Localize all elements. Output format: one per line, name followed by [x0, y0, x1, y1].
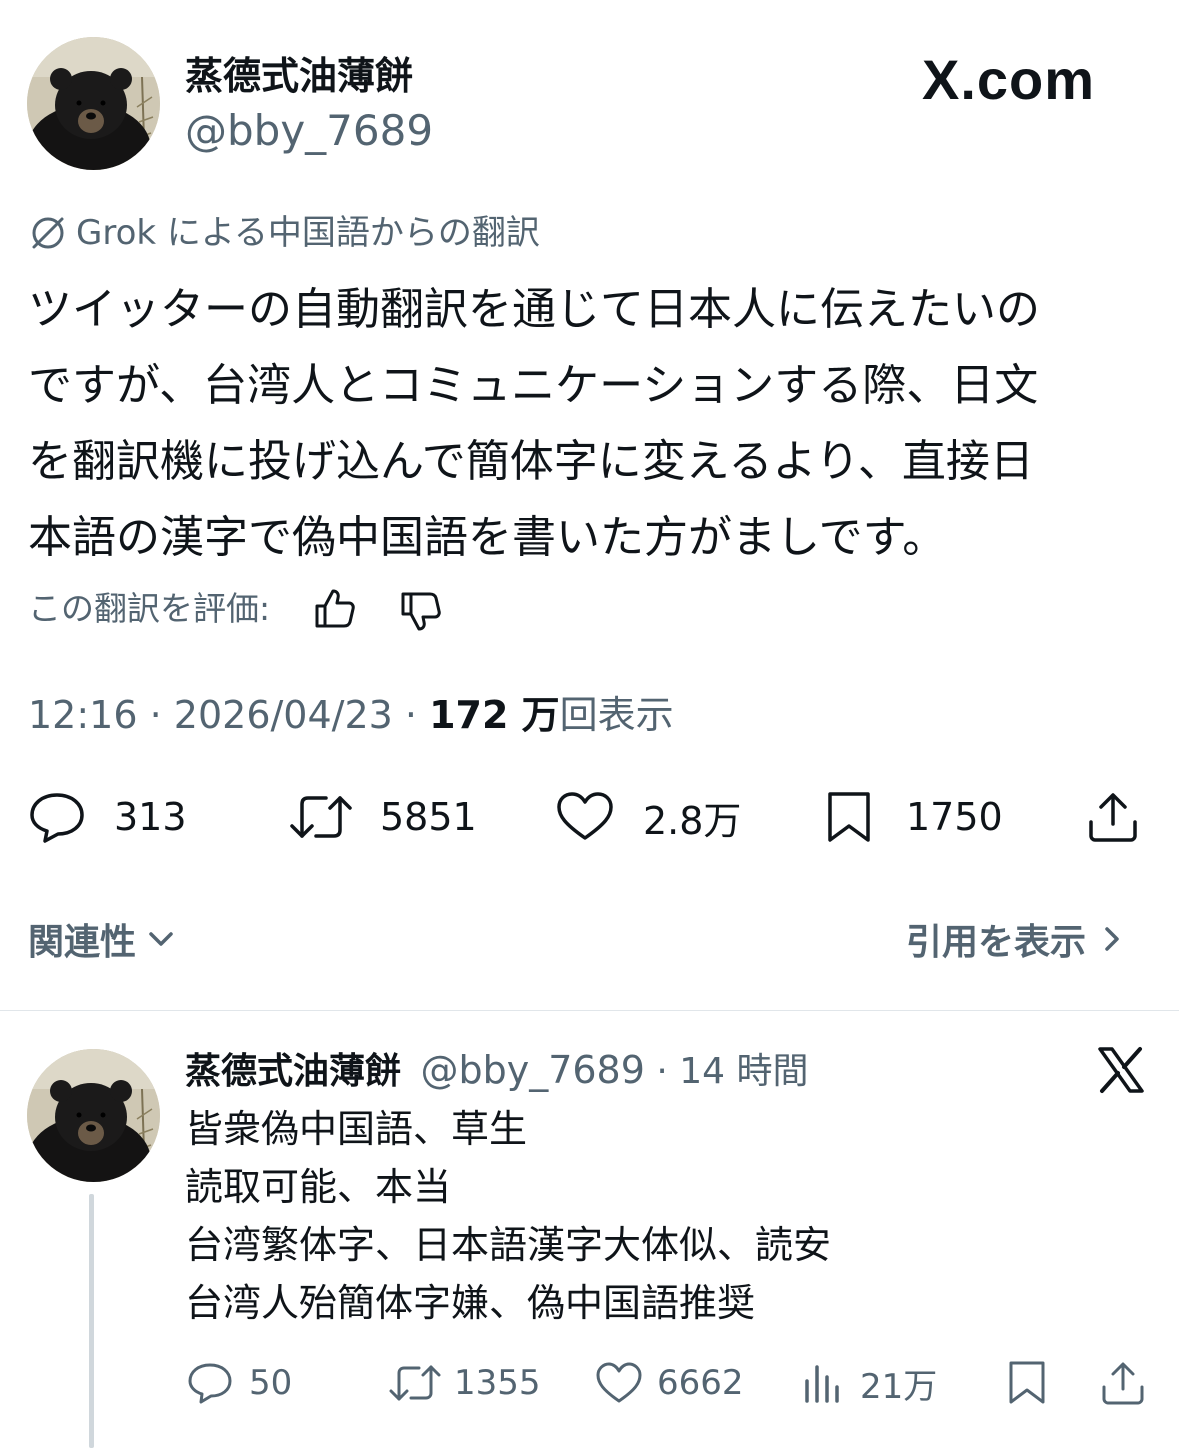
divider [0, 1010, 1179, 1011]
tweet-time[interactable]: 12:16 [28, 693, 138, 737]
reply-text-line: 読取可能、本当 [185, 1165, 452, 1209]
tweet-text-line: ですが、台湾人とコミュニケーションする際、日文 [28, 360, 1039, 411]
bookmark-icon [824, 790, 874, 844]
reply-count: 313 [114, 795, 187, 839]
sort-dropdown[interactable]: 関連性 [28, 914, 176, 964]
reply-bubble-icon [187, 1361, 233, 1405]
timestamp-row: 12:16 · 2026/04/23 · 172 万回表示 [28, 690, 674, 740]
repost-button[interactable]: 1355 [388, 1360, 541, 1406]
tweet-text-line: を翻訳機に投げ込んで簡体字に変えるより、直接日 [28, 436, 1034, 487]
reply-button[interactable]: 50 [187, 1360, 292, 1406]
view-quotes-label: 引用を表示 [906, 922, 1087, 963]
tweet-text-line: 本語の漢字で偽中国語を書いた方がましです。 [28, 512, 947, 563]
views-label: 回表示 [559, 693, 674, 737]
share-icon[interactable] [1086, 790, 1140, 844]
reply-text-line: 台湾人殆簡体字嫌、偽中国語推奨 [185, 1281, 756, 1325]
views-count: 21万 [860, 1366, 938, 1407]
reply-count: 50 [249, 1363, 293, 1403]
bookmark-icon[interactable] [1006, 1360, 1048, 1406]
thumbs-down-icon[interactable] [398, 590, 444, 634]
thread-line [89, 1194, 94, 1448]
time-ago[interactable]: 14 時間 [679, 1051, 808, 1092]
separator: · [149, 693, 162, 737]
thumbs-up-icon[interactable] [312, 586, 358, 630]
bookmark-count: 1750 [906, 795, 1003, 839]
repost-count: 5851 [380, 795, 477, 839]
reply-text-line: 皆衆偽中国語、草生 [185, 1107, 528, 1151]
tweet-text: ツイッターの自動翻訳を通じて日本人に伝えたいの ですが、台湾人とコミュニケーショ… [28, 272, 1040, 576]
like-button[interactable]: 6662 [595, 1360, 744, 1406]
tweet-text-line: ツイッターの自動翻訳を通じて日本人に伝えたいの [28, 284, 1040, 335]
views-count: 172 万 [429, 693, 560, 737]
view-quotes-link[interactable]: 引用を表示 [906, 914, 1124, 964]
reply-button[interactable]: 313 [28, 790, 187, 844]
translation-row: Grok による中国語からの翻訳 [28, 210, 540, 256]
heart-icon [555, 790, 615, 844]
repost-icon [388, 1361, 442, 1405]
tweet-date[interactable]: 2026/04/23 [174, 693, 393, 737]
site-label: X.com [922, 48, 1096, 111]
like-count: 6662 [657, 1363, 744, 1403]
translation-label[interactable]: Grok による中国語からの翻訳 [76, 210, 540, 256]
reply-text: 皆衆偽中国語、草生 読取可能、本当 台湾繁体字、日本語漢字大体似、読安 台湾人殆… [185, 1100, 831, 1332]
repost-count: 1355 [454, 1363, 541, 1403]
author-name[interactable]: 蒸德式油薄餅 [185, 50, 413, 102]
reply-bubble-icon [28, 790, 86, 844]
avatar[interactable] [27, 1049, 160, 1182]
x-logo-icon [1097, 1046, 1145, 1094]
separator: · [656, 1051, 668, 1092]
views-button[interactable]: 21万 [802, 1360, 938, 1407]
reply-text-line: 台湾繁体字、日本語漢字大体似、読安 [185, 1223, 832, 1267]
repost-icon [288, 790, 354, 844]
grok-slash-icon [28, 213, 68, 253]
separator: · [404, 693, 418, 737]
chevron-down-icon [146, 924, 176, 954]
like-button[interactable]: 2.8万 [555, 790, 741, 844]
share-icon[interactable] [1100, 1360, 1146, 1406]
heart-icon [595, 1361, 643, 1405]
like-count: 2.8万 [643, 798, 742, 843]
rate-translation-label: この翻訳を評価: [28, 589, 271, 628]
bar-chart-icon [802, 1361, 844, 1405]
repost-button[interactable]: 5851 [288, 790, 477, 844]
author-handle[interactable]: @bby_7689 [420, 1048, 644, 1092]
author-name[interactable]: 蒸德式油薄餅 [185, 1051, 401, 1092]
reply-header: 蒸德式油薄餅 @bby_7689 · 14 時間 [185, 1044, 809, 1098]
bookmark-button[interactable]: 1750 [824, 790, 1003, 844]
avatar[interactable] [27, 37, 160, 170]
chevron-right-icon [1100, 923, 1124, 955]
sort-label: 関連性 [28, 922, 137, 963]
author-handle[interactable]: @bby_7689 [185, 104, 433, 158]
